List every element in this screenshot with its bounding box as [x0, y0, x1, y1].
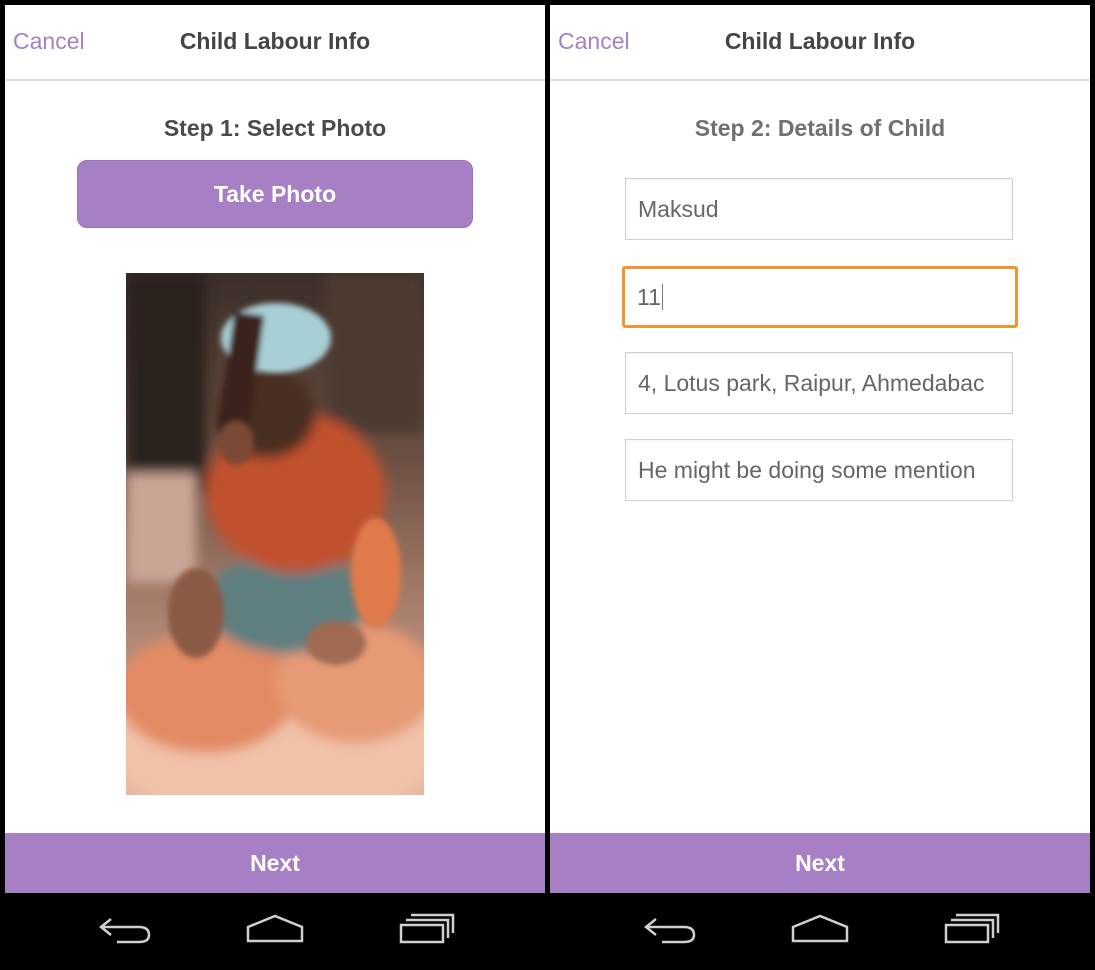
- child-description-value: He might be doing some mention: [638, 456, 976, 483]
- home-icon[interactable]: [790, 911, 850, 952]
- child-description-field[interactable]: He might be doing some mention: [625, 439, 1013, 501]
- recents-icon[interactable]: [942, 911, 1002, 952]
- home-icon[interactable]: [245, 911, 305, 952]
- child-age-field[interactable]: 11: [622, 266, 1018, 328]
- recents-icon[interactable]: [397, 911, 457, 952]
- app-header: Cancel Child Labour Info: [550, 5, 1090, 81]
- child-age-value: 11: [637, 283, 661, 310]
- step2-screen: Cancel Child Labour Info Step 2: Details…: [550, 5, 1090, 965]
- android-nav-bar: [5, 893, 545, 965]
- child-name-field[interactable]: Maksud: [625, 178, 1013, 240]
- back-icon[interactable]: [97, 911, 153, 952]
- back-icon[interactable]: [642, 911, 698, 952]
- child-labour-photo: [126, 273, 424, 795]
- child-address-value: 4, Lotus park, Raipur, Ahmedabac: [638, 369, 985, 396]
- page-title: Child Labour Info: [724, 28, 916, 54]
- step-title: Step 2: Details of Child: [694, 115, 946, 141]
- android-nav-bar: [550, 893, 1090, 965]
- child-name-value: Maksud: [638, 195, 719, 222]
- text-caret: [661, 284, 663, 310]
- step1-screen: Cancel Child Labour Info Step 1: Select …: [5, 5, 545, 965]
- photo-illustration: [126, 273, 424, 795]
- next-button[interactable]: Next: [550, 833, 1090, 893]
- page-title: Child Labour Info: [179, 28, 371, 54]
- take-photo-button[interactable]: Take Photo: [77, 160, 473, 228]
- step-title: Step 1: Select Photo: [163, 115, 387, 141]
- child-address-field[interactable]: 4, Lotus park, Raipur, Ahmedabac: [625, 352, 1013, 414]
- app-header: Cancel Child Labour Info: [5, 5, 545, 81]
- next-button[interactable]: Next: [5, 833, 545, 893]
